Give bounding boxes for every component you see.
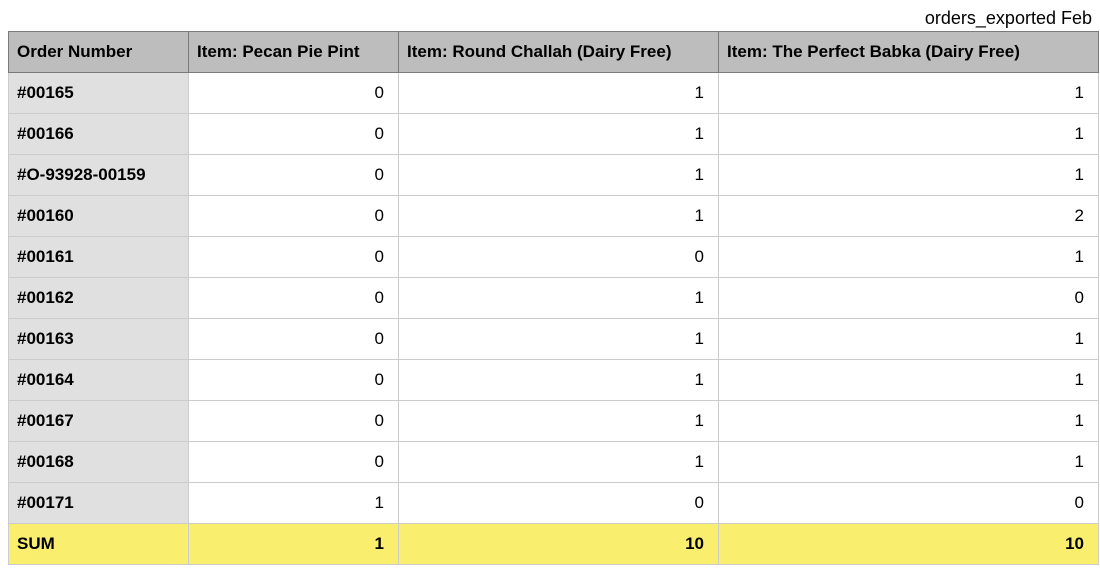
table-row: #00168 0 1 1 [9,442,1099,483]
pecan-pie-cell: 0 [189,196,399,237]
table-row: #00162 0 1 0 [9,278,1099,319]
challah-cell: 0 [399,237,719,278]
pecan-pie-cell: 0 [189,442,399,483]
babka-cell: 0 [719,278,1099,319]
pecan-pie-cell: 0 [189,401,399,442]
babka-cell: 0 [719,483,1099,524]
sum-row: SUM 1 10 10 [9,524,1099,565]
sum-pecan-pie-cell: 1 [189,524,399,565]
sum-babka-cell: 10 [719,524,1099,565]
challah-cell: 1 [399,360,719,401]
babka-cell: 1 [719,442,1099,483]
challah-cell: 1 [399,319,719,360]
table-header-row: Order Number Item: Pecan Pie Pint Item: … [9,32,1099,73]
order-number-cell: #00168 [9,442,189,483]
pecan-pie-cell: 0 [189,319,399,360]
table-row: #00163 0 1 1 [9,319,1099,360]
babka-cell: 1 [719,237,1099,278]
table-row: #00171 1 0 0 [9,483,1099,524]
document-title-fragment: orders_exported Feb [8,8,1092,29]
challah-cell: 1 [399,155,719,196]
col-header-order-number: Order Number [9,32,189,73]
pecan-pie-cell: 0 [189,155,399,196]
pecan-pie-cell: 1 [189,483,399,524]
order-number-cell: #O-93928-00159 [9,155,189,196]
table-row: #00166 0 1 1 [9,114,1099,155]
order-number-cell: #00171 [9,483,189,524]
pecan-pie-cell: 0 [189,73,399,114]
sum-challah-cell: 10 [399,524,719,565]
col-header-pecan-pie-pint: Item: Pecan Pie Pint [189,32,399,73]
table-row: #00161 0 0 1 [9,237,1099,278]
table-row: #00165 0 1 1 [9,73,1099,114]
table-row: #00160 0 1 2 [9,196,1099,237]
babka-cell: 1 [719,114,1099,155]
col-header-perfect-babka: Item: The Perfect Babka (Dairy Free) [719,32,1099,73]
table-row: #00167 0 1 1 [9,401,1099,442]
order-number-cell: #00164 [9,360,189,401]
babka-cell: 1 [719,73,1099,114]
babka-cell: 1 [719,319,1099,360]
pecan-pie-cell: 0 [189,114,399,155]
table-row: #O-93928-00159 0 1 1 [9,155,1099,196]
order-number-cell: #00160 [9,196,189,237]
babka-cell: 2 [719,196,1099,237]
order-number-cell: #00162 [9,278,189,319]
order-number-cell: #00165 [9,73,189,114]
challah-cell: 1 [399,73,719,114]
challah-cell: 1 [399,114,719,155]
pecan-pie-cell: 0 [189,278,399,319]
table-row: #00164 0 1 1 [9,360,1099,401]
challah-cell: 1 [399,401,719,442]
challah-cell: 0 [399,483,719,524]
pecan-pie-cell: 0 [189,360,399,401]
pecan-pie-cell: 0 [189,237,399,278]
order-number-cell: #00166 [9,114,189,155]
challah-cell: 1 [399,278,719,319]
order-number-cell: #00161 [9,237,189,278]
challah-cell: 1 [399,442,719,483]
order-number-cell: #00163 [9,319,189,360]
col-header-round-challah: Item: Round Challah (Dairy Free) [399,32,719,73]
babka-cell: 1 [719,401,1099,442]
babka-cell: 1 [719,155,1099,196]
order-number-cell: #00167 [9,401,189,442]
orders-table: Order Number Item: Pecan Pie Pint Item: … [8,31,1099,565]
babka-cell: 1 [719,360,1099,401]
sum-label-cell: SUM [9,524,189,565]
challah-cell: 1 [399,196,719,237]
